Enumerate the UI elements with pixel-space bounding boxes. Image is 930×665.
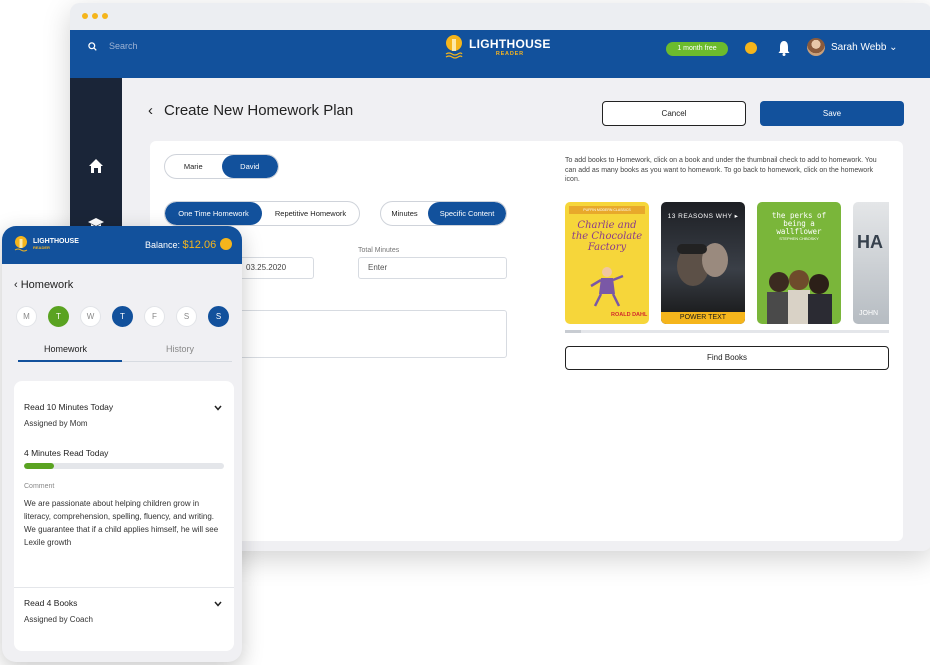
- user-menu[interactable]: Sarah Webb ⌄: [831, 42, 898, 53]
- student-tab-david[interactable]: David: [221, 155, 278, 178]
- help-text: To add books to Homework, click on a boo…: [565, 157, 877, 183]
- homework-item-title[interactable]: Read 10 Minutes Today: [24, 402, 113, 412]
- reading-progress-bar: [24, 463, 224, 469]
- balance-value: $12.06: [182, 239, 217, 251]
- homework-item-assigned: Assigned by Mom: [24, 419, 88, 428]
- tab-history[interactable]: History: [166, 344, 194, 354]
- one-time-homework-tab[interactable]: One Time Homework: [165, 202, 262, 225]
- comment-text: We are passionate about helping children…: [24, 499, 219, 547]
- window-dot[interactable]: [92, 13, 98, 19]
- find-books-button[interactable]: Find Books: [565, 346, 889, 370]
- homework-item-assigned: Assigned by Coach: [24, 615, 93, 624]
- avatar[interactable]: [807, 38, 825, 56]
- book-cover[interactable]: the perks of being a wallflower STEPHEN …: [757, 202, 841, 324]
- book-cover[interactable]: HA JOHN: [853, 202, 889, 324]
- lighthouse-logo-icon: [14, 236, 28, 252]
- book-cover[interactable]: 13 REASONS WHY ▸ POWER TEXT: [661, 202, 745, 324]
- balance-label: Balance:: [145, 240, 181, 250]
- reading-progress-fill: [24, 463, 54, 469]
- book-title: the perks of being a wallflower: [771, 211, 827, 236]
- trial-badge[interactable]: 1 month free: [666, 42, 728, 56]
- window-dot[interactable]: [102, 13, 108, 19]
- cancel-button[interactable]: Cancel: [602, 101, 746, 126]
- total-minutes-input[interactable]: Enter: [358, 257, 507, 279]
- search-placeholder: Search: [109, 41, 138, 51]
- bell-icon[interactable]: [778, 40, 790, 56]
- tab-homework[interactable]: Homework: [44, 344, 87, 354]
- book-illustration: [767, 270, 832, 324]
- weekday-tracker: M T W T F S S: [16, 306, 229, 327]
- app-logo[interactable]: LIGHTHOUSE READER: [445, 34, 551, 60]
- list-divider: [14, 587, 234, 588]
- mobile-logo-subtitle: READER: [33, 245, 50, 250]
- back-button[interactable]: ‹: [148, 102, 153, 119]
- book-series-label: PUFFIN MODERN CLASSICS: [569, 206, 645, 214]
- mobile-app-panel: LIGHTHOUSE READER Balance: $12.06 ‹ Home…: [2, 226, 242, 662]
- goal-type-selector: Minutes Specific Content: [380, 201, 507, 226]
- book-illustration: [677, 243, 728, 286]
- lighthouse-logo-icon: [445, 35, 463, 59]
- window-dot[interactable]: [82, 13, 88, 19]
- book-carousel: PUFFIN MODERN CLASSICS Charlie and the C…: [565, 202, 889, 324]
- logo-name: LIGHTHOUSE: [469, 36, 551, 51]
- carousel-scroll-thumb[interactable]: [565, 330, 581, 333]
- chevron-down-icon[interactable]: [214, 601, 222, 607]
- description-textarea[interactable]: [236, 310, 507, 358]
- weekday-circle[interactable]: S: [208, 306, 229, 327]
- mobile-logo-name: LIGHTHOUSE: [33, 238, 79, 245]
- window-titlebar: [70, 3, 930, 30]
- book-author: JOHN: [859, 310, 879, 317]
- mobile-page-title[interactable]: ‹ Homework: [14, 279, 73, 291]
- page-title: Create New Homework Plan: [164, 102, 354, 119]
- student-selector: Marie David: [164, 154, 279, 179]
- book-banner: POWER TEXT: [661, 312, 745, 324]
- coin-icon[interactable]: [745, 42, 757, 54]
- chevron-down-icon[interactable]: [214, 405, 222, 411]
- coin-icon[interactable]: [220, 238, 232, 250]
- homework-type-selector: One Time Homework Repetitive Homework: [164, 201, 360, 226]
- weekday-circle[interactable]: F: [144, 306, 165, 327]
- weekday-circle[interactable]: S: [176, 306, 197, 327]
- book-title: 13 REASONS WHY ▸: [667, 213, 739, 220]
- weekday-circle[interactable]: M: [16, 306, 37, 327]
- logo-subtitle: READER: [495, 50, 524, 57]
- specific-content-tab[interactable]: Specific Content: [428, 202, 506, 225]
- home-icon[interactable]: [88, 158, 104, 174]
- book-illustration: [590, 267, 624, 307]
- repetitive-homework-tab[interactable]: Repetitive Homework: [262, 202, 359, 225]
- weekday-circle[interactable]: W: [80, 306, 101, 327]
- student-tab-marie[interactable]: Marie: [165, 155, 222, 178]
- search-box[interactable]: Search: [88, 41, 138, 51]
- minutes-tab[interactable]: Minutes: [381, 202, 428, 225]
- balance-display: Balance: $12.06: [145, 239, 216, 251]
- book-author: STEPHEN CHBOSKY: [779, 236, 819, 241]
- homework-item-title[interactable]: Read 4 Books: [24, 598, 77, 608]
- weekday-circle[interactable]: T: [48, 306, 69, 327]
- carousel-scrollbar[interactable]: [565, 330, 889, 333]
- book-title: HA: [857, 232, 883, 252]
- book-title: Charlie and the Chocolate Factory: [571, 220, 643, 253]
- save-button[interactable]: Save: [760, 101, 904, 126]
- mobile-tabs: Homework History: [18, 342, 232, 362]
- mobile-logo[interactable]: LIGHTHOUSE READER: [14, 235, 79, 253]
- total-minutes-label: Total Minutes: [358, 247, 400, 254]
- stage: Search LIGHTHOUSE READER 1 month free Sa…: [0, 0, 930, 665]
- search-icon: [88, 41, 97, 51]
- comment-label: Comment: [24, 483, 55, 490]
- progress-label: 4 Minutes Read Today: [24, 448, 109, 458]
- book-cover[interactable]: PUFFIN MODERN CLASSICS Charlie and the C…: [565, 202, 649, 324]
- book-author: ROALD DAHL: [611, 312, 648, 318]
- active-tab-indicator: [18, 360, 122, 362]
- weekday-circle[interactable]: T: [112, 306, 133, 327]
- date-field[interactable]: 03.25.2020: [236, 257, 314, 279]
